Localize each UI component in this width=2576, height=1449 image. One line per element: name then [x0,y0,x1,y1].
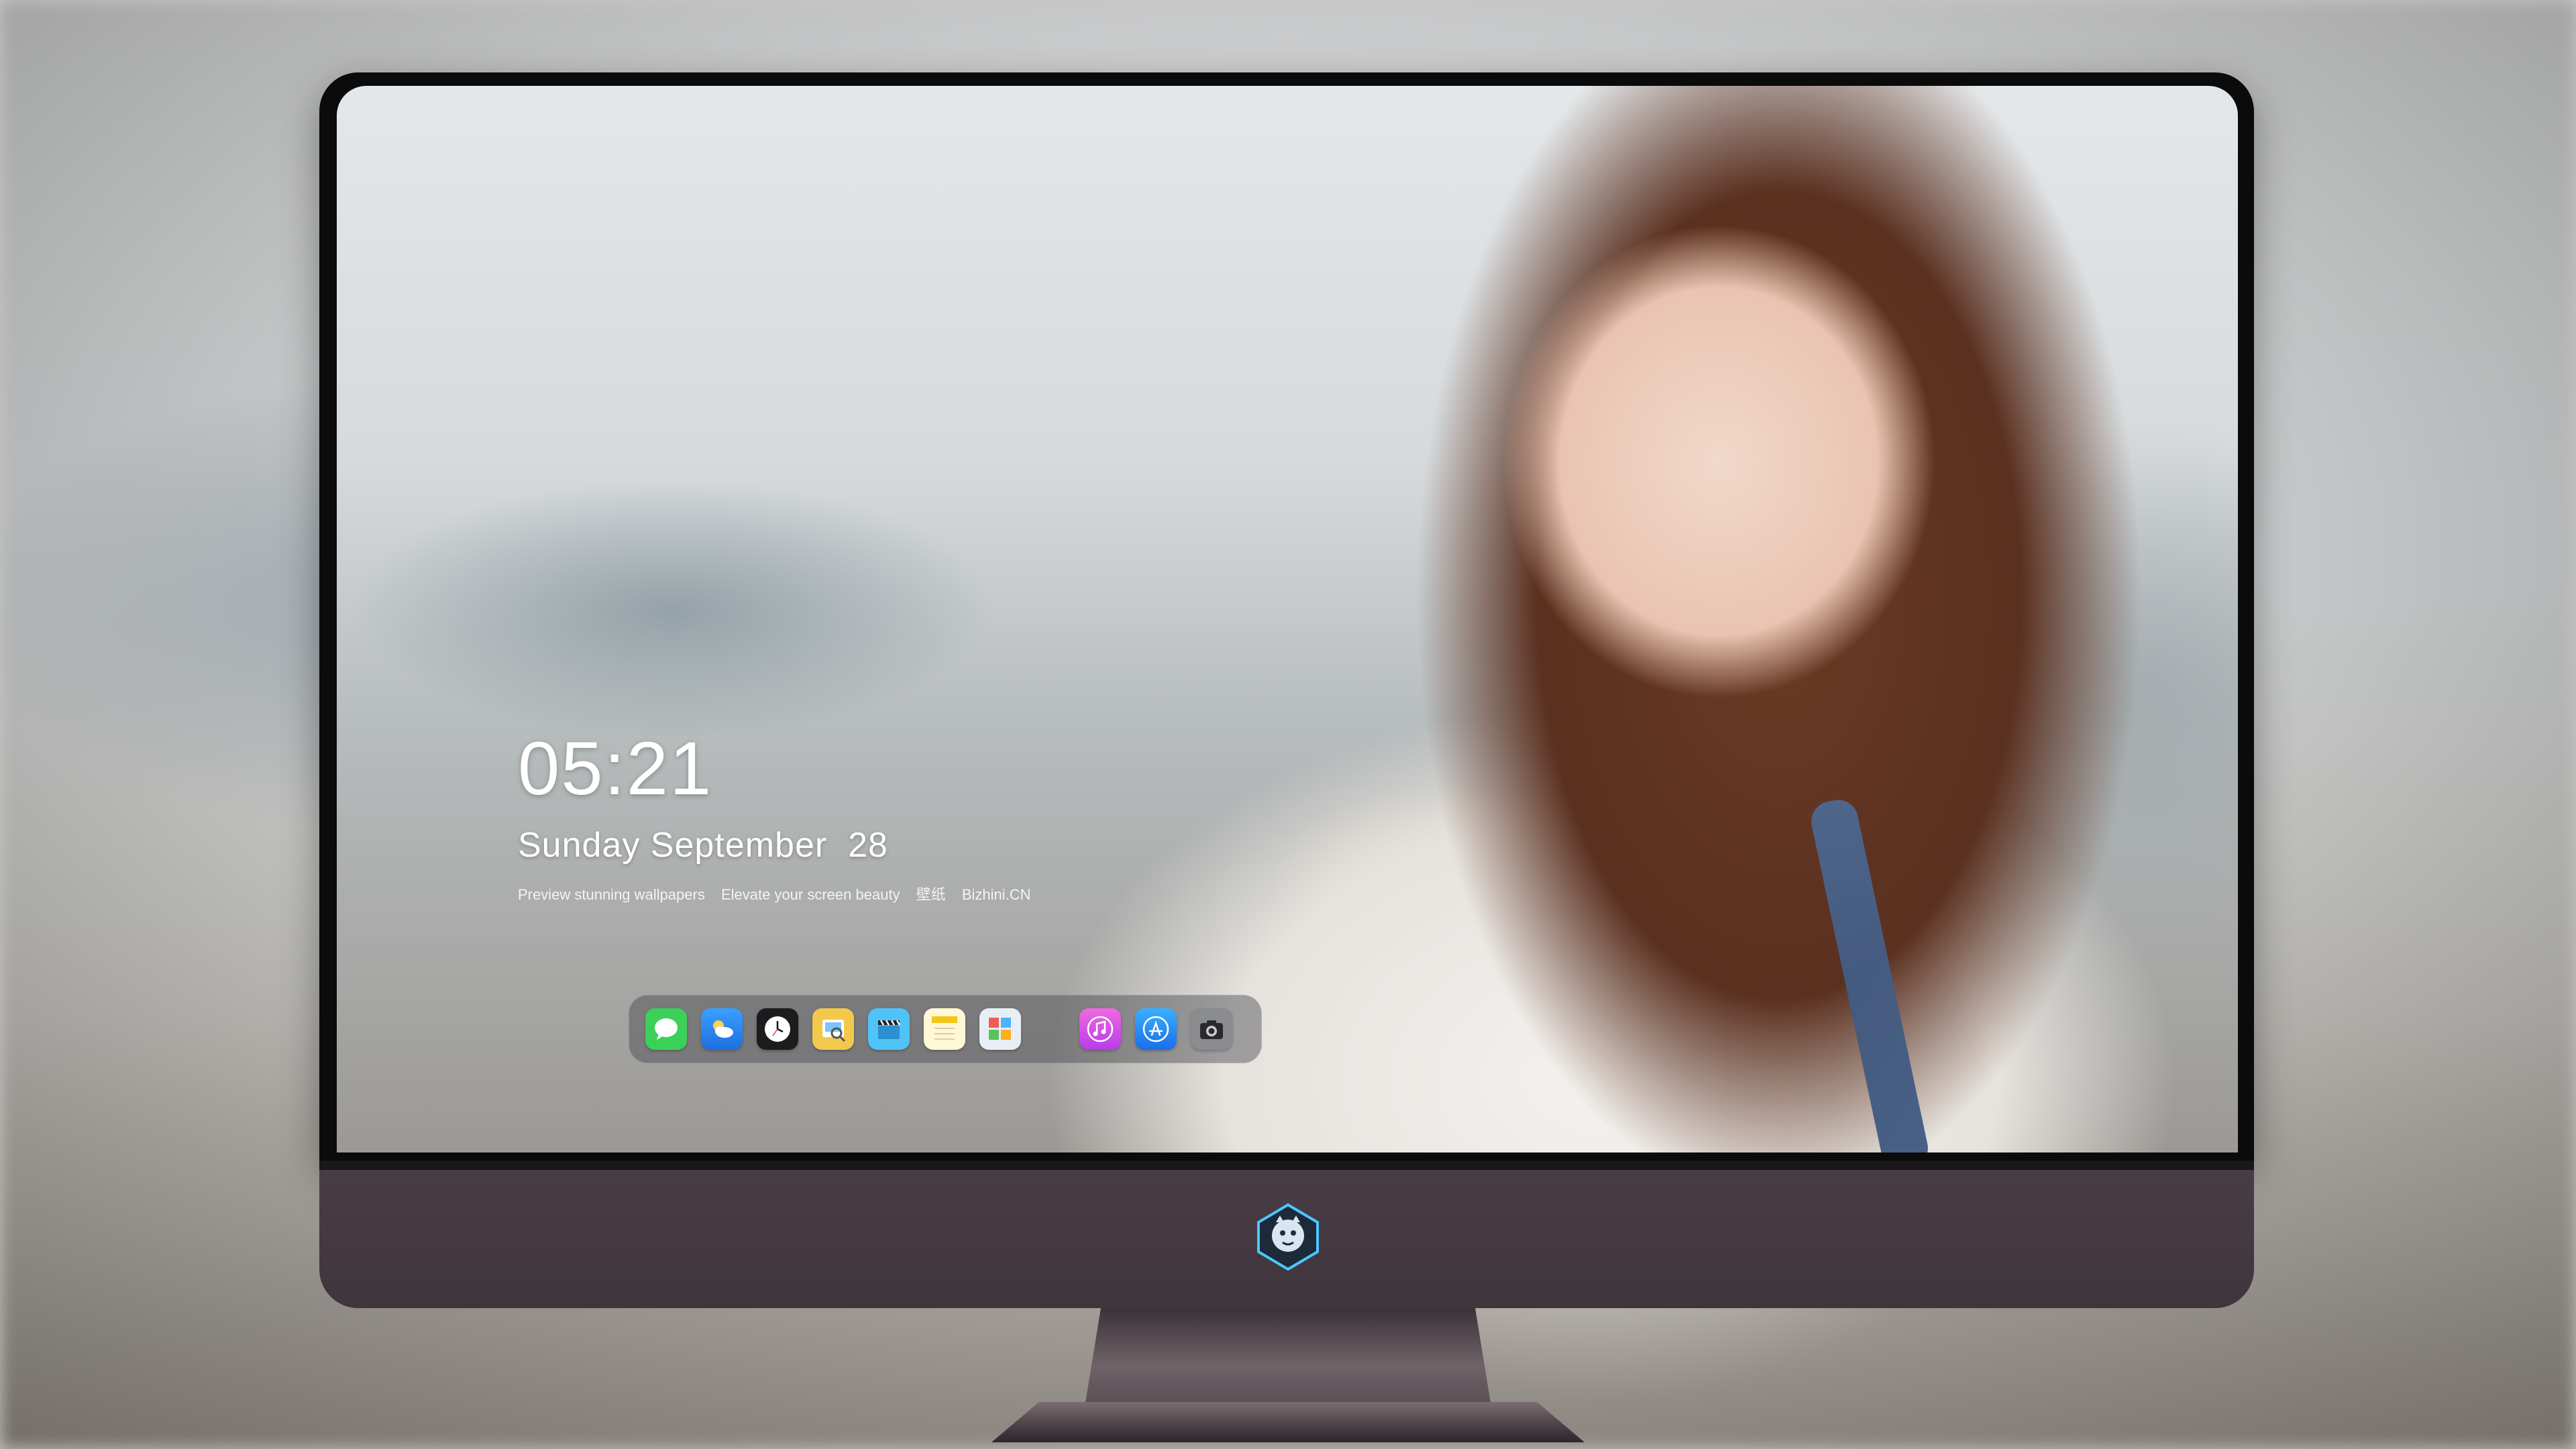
preview-icon [822,1020,846,1042]
tagline-part: Bizhini.CN [961,886,1031,903]
wallpaper-detail [1807,796,1932,1152]
messages-app[interactable] [645,1008,687,1050]
brand-logo-icon [1257,1203,1319,1271]
photo-board-icon [989,1018,1011,1040]
tagline-part: 壁纸 [916,886,946,903]
tagline-part: Preview stunning wallpapers [518,886,705,903]
notes-app[interactable] [924,1008,965,1050]
weather-icon [713,1020,733,1038]
photo-board-app[interactable] [979,1008,1021,1050]
movie-app[interactable] [868,1008,910,1050]
weather-app[interactable] [701,1008,743,1050]
tagline-part: Elevate your screen beauty [720,886,900,903]
clock-icon [765,1016,790,1042]
monitor-stand-base [991,1402,1585,1442]
clock-date: Sunday September 28 [518,826,888,865]
clock-time: 05:21 [518,727,713,810]
camera-app[interactable] [1191,1008,1232,1050]
itunes-icon [1087,1016,1114,1042]
itunes-app[interactable] [1079,1008,1121,1050]
messages-icon [655,1018,678,1040]
clock-app[interactable] [757,1008,798,1050]
app-store-icon [1142,1016,1169,1042]
clapper-icon [878,1020,901,1039]
app-store-app[interactable] [1135,1008,1177,1050]
dock [629,995,1262,1063]
notes-icon [932,1016,957,1040]
desktop-screen: 05:21 Sunday September 28 Preview stunni… [337,86,2238,1152]
preview-app[interactable] [812,1008,854,1050]
camera-icon [1200,1020,1223,1039]
lock-clock-widget: 05:21 Sunday September 28 Preview stunni… [518,731,1043,904]
wallpaper-tagline: Preview stunning wallpapers Elevate your… [518,883,1043,904]
